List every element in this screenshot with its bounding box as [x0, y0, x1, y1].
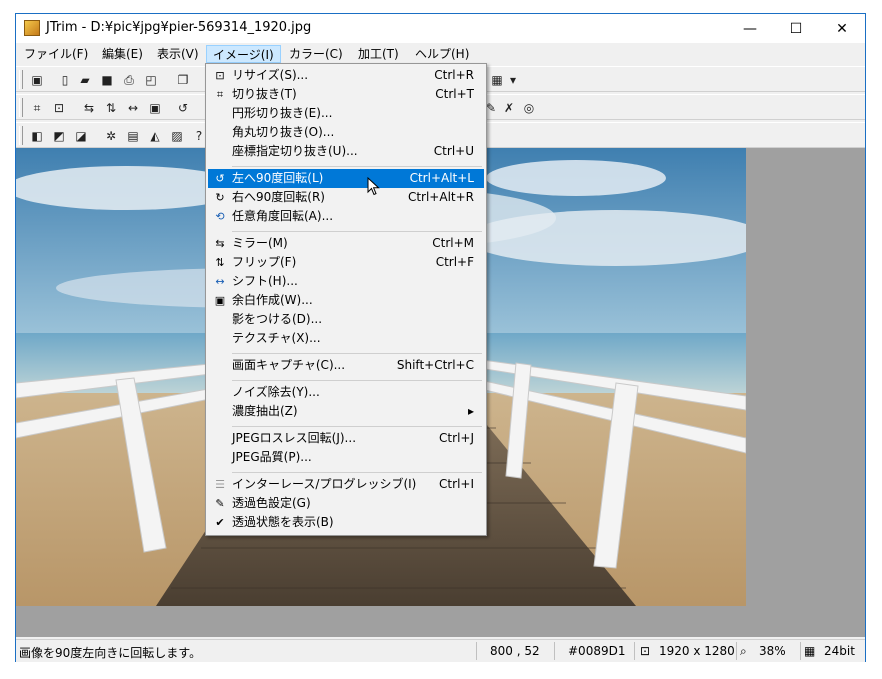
shift-icon: ↔ [215, 275, 225, 288]
menu-item-interlace[interactable]: ☰ インターレース/プログレッシブ(I) Ctrl+I [208, 475, 484, 494]
interlace-icon: ☰ [215, 478, 225, 491]
crop-icon: ⌗ [216, 88, 224, 101]
status-depth: 24bit [824, 644, 855, 658]
menu-item-rotate-any[interactable]: ⟲ 任意角度回転(A)... [208, 207, 484, 226]
mirror-icon: ⇆ [215, 237, 225, 250]
menu-item-show-transparency[interactable]: ✔ 透過状態を表示(B) [208, 513, 484, 532]
print-preview-icon[interactable]: ◰ [142, 71, 160, 89]
menu-item-flip[interactable]: ⇅ フリップ(F) Ctrl+F [208, 253, 484, 272]
rotate-icon[interactable]: ↺ [174, 99, 192, 117]
copy-icon[interactable]: ❐ [174, 71, 192, 89]
toolbar-grip [19, 98, 23, 117]
status-color: #0089D1 [568, 644, 626, 658]
print-icon[interactable]: ⎙ [120, 71, 138, 89]
rotate-any-icon: ⟲ [215, 210, 225, 223]
menu-separator [232, 353, 482, 354]
clear-icon[interactable]: ✗ [500, 99, 518, 117]
new-file-icon[interactable]: ▯ [56, 71, 74, 89]
open-file-icon[interactable]: ▰ [76, 71, 94, 89]
menu-item-coord-crop[interactable]: 座標指定切り抜き(U)... Ctrl+U [208, 142, 484, 161]
menu-item-jpeg-quality[interactable]: JPEG品質(P)... [208, 448, 484, 467]
status-divider [634, 642, 635, 660]
image-menu-dropdown: ⊡ リサイズ(S)... Ctrl+R ⌗ 切り抜き(T) Ctrl+T 円形切… [205, 63, 487, 536]
eyedropper-icon: ✎ [215, 497, 225, 510]
flip-icon[interactable]: ⇅ [102, 99, 120, 117]
status-bar: 画像を90度左向きに回転します。 800 , 52 #0089D1 ⊡ 1920… [16, 639, 865, 662]
menu-item-rotate-left[interactable]: ↺ 左へ90度回転(L) Ctrl+Alt+L [208, 169, 484, 188]
status-coords: 800 , 52 [490, 644, 540, 658]
sepia-icon[interactable]: ◩ [50, 127, 68, 145]
grayscale-icon[interactable]: ◧ [28, 127, 46, 145]
menu-process[interactable]: 加工(T) [352, 45, 405, 63]
status-divider [476, 642, 477, 660]
spiral-icon[interactable]: ◎ [520, 99, 538, 117]
flip-icon: ⇅ [215, 256, 225, 269]
title-bar[interactable]: JTrim - D:¥pic¥jpg¥pier-569314_1920.jpg … [16, 14, 865, 43]
picture-icon[interactable]: ▨ [168, 127, 186, 145]
toolbar-grip [19, 126, 23, 145]
menu-color[interactable]: カラー(C) [283, 45, 349, 63]
menu-item-margin[interactable]: ▣ 余白作成(W)... [208, 291, 484, 310]
menu-edit[interactable]: 編集(E) [96, 45, 149, 63]
status-zoom: 38% [759, 644, 786, 658]
status-size: 1920 x 1280 [659, 644, 735, 658]
menu-file[interactable]: ファイル(F) [18, 45, 94, 63]
menu-item-density[interactable]: 濃度抽出(Z) ▸ [208, 402, 484, 421]
save-icon[interactable]: ■ [98, 71, 116, 89]
mirror-icon[interactable]: ⇆ [80, 99, 98, 117]
window-title: JTrim - D:¥pic¥jpg¥pier-569314_1920.jpg [46, 20, 312, 35]
rotate-right-icon: ↻ [215, 191, 225, 204]
zoom-icon: ⌕ [740, 644, 747, 658]
crop-icon[interactable]: ⌗ [28, 99, 46, 117]
rotate-left-icon: ↺ [215, 172, 225, 185]
menu-item-screen-capture[interactable]: 画面キャプチャ(C)... Shift+Ctrl+C [208, 356, 484, 375]
menu-item-texture[interactable]: テクスチャ(X)... [208, 329, 484, 348]
shift-icon[interactable]: ↔ [124, 99, 142, 117]
submenu-arrow-icon: ▸ [467, 404, 474, 418]
chevron-down-icon[interactable]: ▾ [504, 71, 522, 89]
sparkle-icon[interactable]: ✲ [102, 127, 120, 145]
maximize-button[interactable]: ☐ [773, 14, 819, 43]
image-size-icon: ⊡ [640, 644, 651, 658]
toolbar-grip [19, 70, 23, 89]
app-icon [24, 20, 40, 36]
menu-separator [232, 472, 482, 473]
resize-icon[interactable]: ⊡ [50, 99, 68, 117]
gradient-icon[interactable]: ◭ [146, 127, 164, 145]
resize-icon: ⊡ [215, 69, 225, 82]
menu-item-jpeg-rotate[interactable]: JPEGロスレス回転(J)... Ctrl+J [208, 429, 484, 448]
menu-item-shadow[interactable]: 影をつける(D)... [208, 310, 484, 329]
bitdepth-icon: ▦ [804, 644, 816, 658]
mouse-cursor-icon [367, 176, 381, 200]
status-divider [736, 642, 737, 660]
status-message: 画像を90度左向きに回転します。 [19, 646, 202, 660]
menu-item-rotate-right[interactable]: ↻ 右へ90度回転(R) Ctrl+Alt+R [208, 188, 484, 207]
menu-item-rounded-crop[interactable]: 角丸切り抜き(O)... [208, 123, 484, 142]
status-divider [800, 642, 801, 660]
margin-icon[interactable]: ▣ [146, 99, 164, 117]
open-folder-icon[interactable]: ▣ [28, 71, 46, 89]
palette-icon[interactable]: ▤ [124, 127, 142, 145]
menu-separator [232, 380, 482, 381]
menu-separator [232, 166, 482, 167]
menu-item-crop[interactable]: ⌗ 切り抜き(T) Ctrl+T [208, 85, 484, 104]
menu-item-shift[interactable]: ↔ シフト(H)... [208, 272, 484, 291]
menu-help[interactable]: ヘルプ(H) [409, 45, 475, 63]
menu-item-transparent-color[interactable]: ✎ 透過色設定(G) [208, 494, 484, 513]
menu-item-denoise[interactable]: ノイズ除去(Y)... [208, 383, 484, 402]
margin-icon: ▣ [214, 294, 226, 307]
menu-image[interactable]: イメージ(I) [206, 45, 281, 63]
menu-view[interactable]: 表示(V) [151, 45, 205, 63]
menu-item-circle-crop[interactable]: 円形切り抜き(E)... [208, 104, 484, 123]
status-divider [554, 642, 555, 660]
negative-icon[interactable]: ◪ [72, 127, 90, 145]
check-icon: ✔ [215, 516, 225, 529]
menu-separator [232, 231, 482, 232]
close-button[interactable]: ✕ [819, 14, 865, 43]
menu-bar: ファイル(F) 編集(E) 表示(V) イメージ(I) カラー(C) 加工(T)… [16, 43, 865, 64]
menu-item-mirror[interactable]: ⇆ ミラー(M) Ctrl+M [208, 234, 484, 253]
menu-item-resize[interactable]: ⊡ リサイズ(S)... Ctrl+R [208, 66, 484, 85]
minimize-button[interactable]: — [727, 14, 773, 43]
menu-separator [232, 426, 482, 427]
